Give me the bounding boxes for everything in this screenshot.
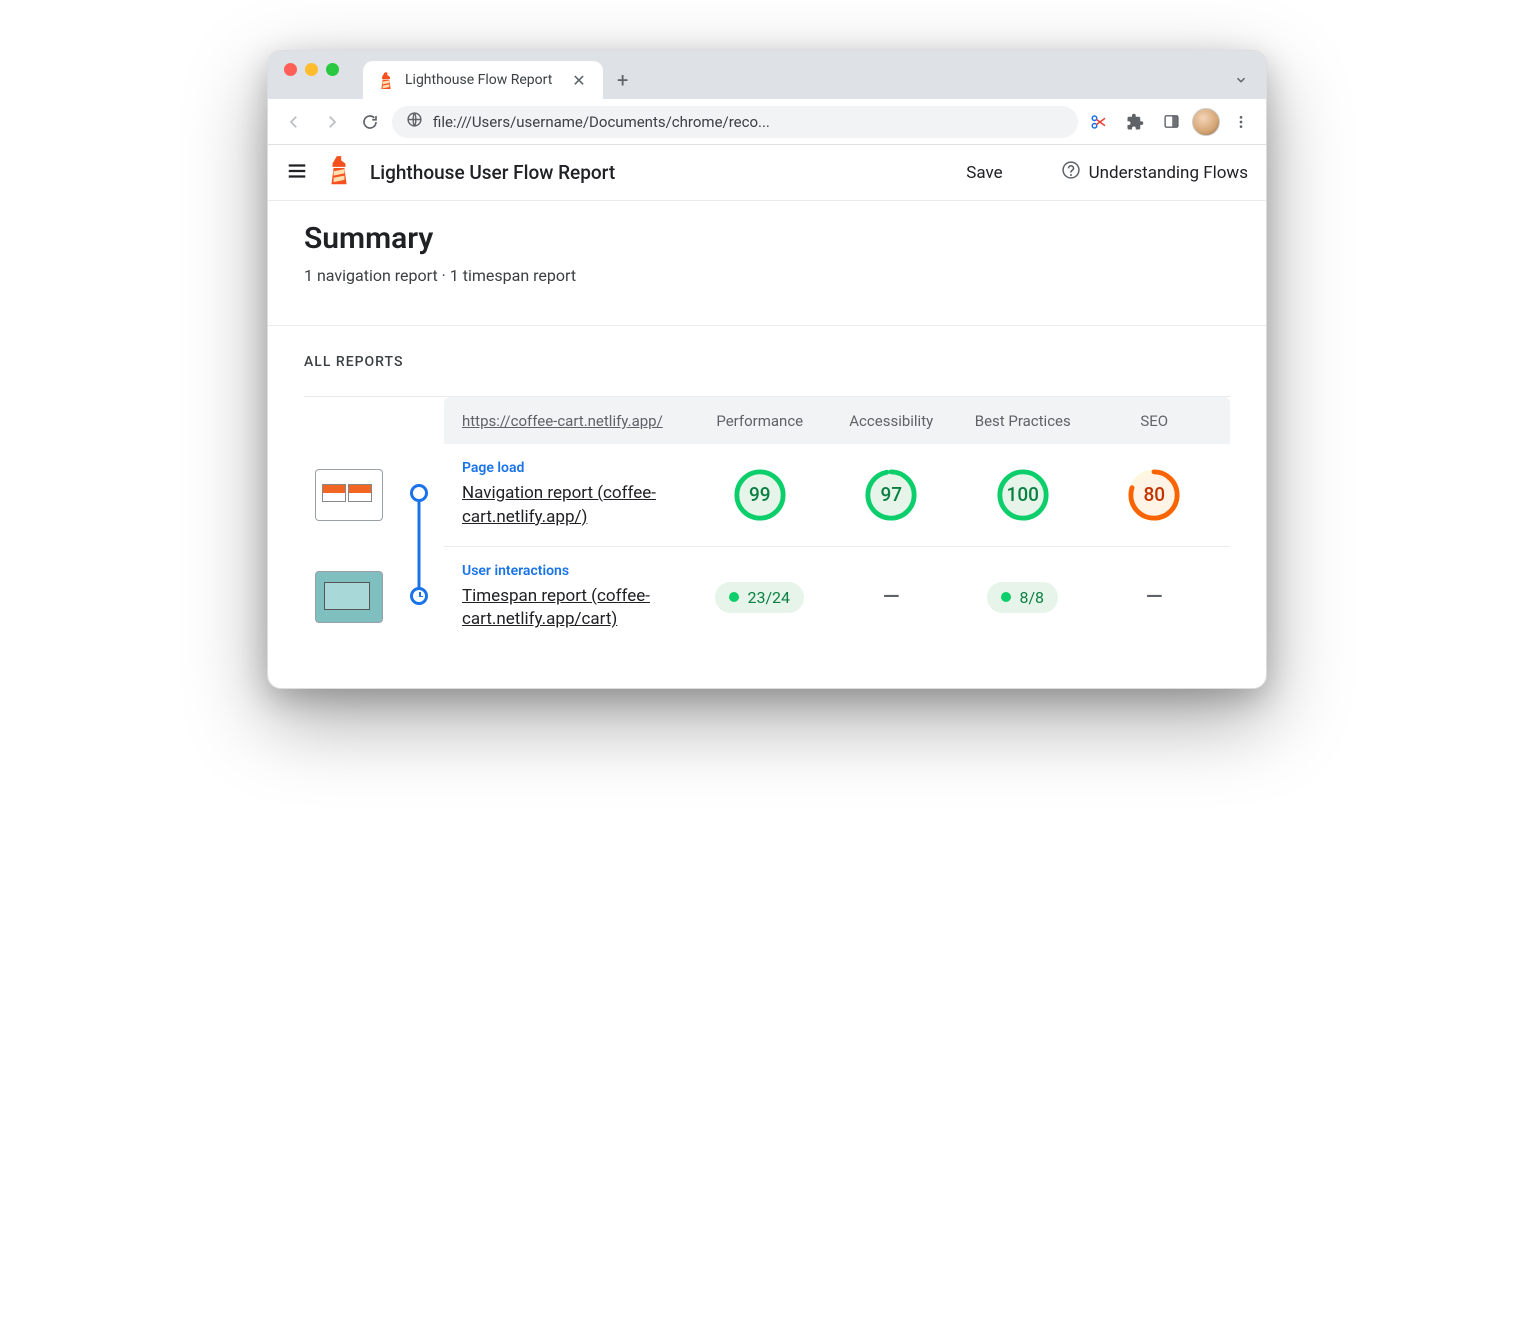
col-best-practices: Best Practices xyxy=(957,412,1089,430)
tabs-dropdown-button[interactable] xyxy=(1216,61,1266,99)
score-performance: 99 xyxy=(694,468,826,522)
score-value: 23/24 xyxy=(747,588,790,607)
navigation-report-link[interactable]: Navigation report (coffee-cart.netlify.a… xyxy=(462,483,656,527)
save-button[interactable]: Save xyxy=(966,163,1002,183)
score-accessibility: 97 xyxy=(826,468,958,522)
browser-window: Lighthouse Flow Report ✕ + file:///Users… xyxy=(267,50,1267,689)
summary-section: Summary 1 navigation report · 1 timespan… xyxy=(268,201,1266,325)
back-button[interactable] xyxy=(278,106,310,138)
navigation-thumbnail xyxy=(315,469,383,521)
summary-title: Summary xyxy=(304,221,1230,256)
col-accessibility: Accessibility xyxy=(826,412,958,430)
timeline-cell xyxy=(394,547,444,649)
new-tab-button[interactable]: + xyxy=(603,61,642,99)
score-gauge: 100 xyxy=(996,468,1050,522)
origin-url-link[interactable]: https://coffee-cart.netlify.app/ xyxy=(462,412,663,430)
score-value: 99 xyxy=(749,483,771,506)
reload-button[interactable] xyxy=(354,106,386,138)
thumbnail-cell xyxy=(304,547,394,649)
summary-subtitle: 1 navigation report · 1 timespan report xyxy=(304,266,1230,285)
lighthouse-icon xyxy=(377,71,395,89)
understanding-flows-link[interactable]: Understanding Flows xyxy=(1061,160,1248,185)
badge-dot-icon xyxy=(1001,592,1011,602)
titlebar: Lighthouse Flow Report ✕ + xyxy=(268,51,1266,99)
reports-table: https://coffee-cart.netlify.app/ Perform… xyxy=(304,397,1230,648)
score-empty: — xyxy=(1146,585,1163,610)
page-title: Lighthouse User Flow Report xyxy=(370,161,615,184)
timespan-report-link[interactable]: Timespan report (coffee-cart.netlify.app… xyxy=(462,586,650,630)
table-row: Page load Navigation report (coffee-cart… xyxy=(444,444,1230,546)
table-row: User interactions Timespan report (coffe… xyxy=(444,547,1230,649)
score-accessibility: — xyxy=(826,585,958,610)
close-tab-button[interactable]: ✕ xyxy=(569,71,589,90)
badge-dot-icon xyxy=(729,592,739,602)
score-performance: 23/24 xyxy=(694,582,826,613)
lighthouse-logo-icon xyxy=(326,155,352,189)
all-reports-title: ALL REPORTS xyxy=(304,354,1230,370)
window-controls xyxy=(284,51,339,99)
help-icon xyxy=(1061,160,1081,185)
score-gauge: 80 xyxy=(1127,468,1181,522)
origin-url-header: https://coffee-cart.netlify.app/ xyxy=(454,411,694,430)
row-category-label: Page load xyxy=(462,460,694,476)
profile-avatar[interactable] xyxy=(1192,108,1220,136)
forward-button[interactable] xyxy=(316,106,348,138)
thumbnail-cell xyxy=(304,444,394,546)
extensions-icon[interactable] xyxy=(1120,107,1150,137)
timeline-navigation-icon xyxy=(410,484,428,502)
score-value: 8/8 xyxy=(1019,588,1044,607)
browser-tab[interactable]: Lighthouse Flow Report ✕ xyxy=(363,61,603,99)
kebab-menu-icon[interactable] xyxy=(1226,107,1256,137)
col-seo: SEO xyxy=(1089,412,1221,430)
tab-title: Lighthouse Flow Report xyxy=(405,72,559,88)
score-gauge: 99 xyxy=(733,468,787,522)
score-best-practices: 8/8 xyxy=(957,582,1089,613)
address-bar[interactable]: file:///Users/username/Documents/chrome/… xyxy=(392,106,1078,138)
score-empty: — xyxy=(883,585,900,610)
score-badge: 23/24 xyxy=(715,582,804,613)
score-seo: — xyxy=(1089,585,1221,610)
timeline-timespan-icon xyxy=(410,587,428,605)
page-header: Lighthouse User Flow Report Save Underst… xyxy=(268,145,1266,201)
score-best-practices: 100 xyxy=(957,468,1089,522)
url-text: file:///Users/username/Documents/chrome/… xyxy=(433,113,770,131)
score-value: 97 xyxy=(880,483,902,506)
minimize-window-button[interactable] xyxy=(305,63,318,76)
hamburger-menu-button[interactable] xyxy=(286,160,308,186)
score-gauge: 97 xyxy=(864,468,918,522)
score-value: 80 xyxy=(1143,483,1165,506)
sidepanel-icon[interactable] xyxy=(1156,107,1186,137)
timeline-cell xyxy=(394,444,444,546)
browser-toolbar: file:///Users/username/Documents/chrome/… xyxy=(268,99,1266,145)
close-window-button[interactable] xyxy=(284,63,297,76)
score-badge: 8/8 xyxy=(987,582,1058,613)
score-seo: 80 xyxy=(1089,468,1221,522)
score-value: 100 xyxy=(1007,483,1039,506)
table-header-row: https://coffee-cart.netlify.app/ Perform… xyxy=(444,397,1230,444)
row-category-label: User interactions xyxy=(462,563,694,579)
all-reports-section: ALL REPORTS https://coffee-cart.netlify.… xyxy=(268,326,1266,688)
timespan-thumbnail xyxy=(315,571,383,623)
col-performance: Performance xyxy=(694,412,826,430)
site-info-icon[interactable] xyxy=(406,111,423,132)
maximize-window-button[interactable] xyxy=(326,63,339,76)
scissors-icon[interactable] xyxy=(1084,107,1114,137)
help-link-label: Understanding Flows xyxy=(1089,163,1248,183)
